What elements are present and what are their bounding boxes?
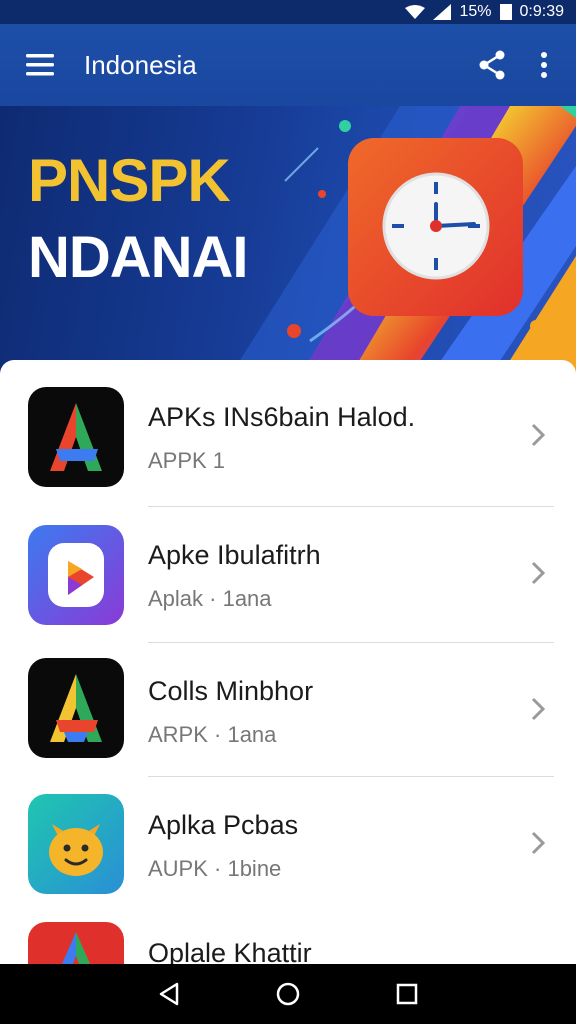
clock-time: 0:9:39 (519, 3, 564, 20)
app-icon (28, 922, 124, 964)
back-icon (160, 982, 179, 1006)
app-list: APKs INs6bain Halod. APPK 1 Apke Ibulafi… (0, 360, 576, 964)
chevron-right-icon (531, 697, 546, 721)
share-icon (479, 50, 505, 80)
app-name: Apke Ibulafitrh (148, 540, 321, 570)
chevron-right-icon (531, 561, 546, 585)
app-name: Aplka Pcbas (148, 810, 299, 840)
list-item[interactable]: Apke Ibulafitrh Aplak · 1ana (0, 508, 576, 642)
battery-icon (499, 4, 512, 20)
app-name: APKs INs6bain Halod. (148, 402, 416, 432)
recents-button[interactable] (387, 974, 427, 1014)
page-title: Indonesia (84, 49, 197, 80)
app-subtitle: APPK 1 (148, 448, 226, 473)
system-nav-bar (0, 964, 576, 1024)
banner-title-line2: NDANAI (28, 225, 249, 290)
list-item[interactable]: Colls Minbhor ARPK · 1ana (0, 644, 576, 778)
wifi-icon (405, 5, 426, 19)
hamburger-icon (26, 54, 54, 76)
app-name: Colls Minbhor (148, 676, 314, 706)
battery-percent: 15% (459, 3, 492, 20)
chevron-right-icon (531, 831, 546, 855)
app-icon (28, 658, 124, 758)
share-button[interactable] (466, 24, 518, 106)
list-item[interactable]: Aplka Pcbas AUPK · 1bine (0, 778, 576, 912)
chevron-right-icon (531, 423, 546, 447)
screen: 15% 0:9:39 Indonesia PNSPK NDANAI APKs I… (0, 0, 576, 1024)
app-bar: Indonesia (0, 24, 576, 106)
divider (148, 506, 554, 507)
home-icon (276, 982, 300, 1006)
overflow-menu-button[interactable] (518, 24, 570, 106)
app-icon (28, 387, 124, 487)
divider (148, 642, 554, 643)
home-button[interactable] (268, 974, 308, 1014)
list-item[interactable]: APKs INs6bain Halod. APPK 1 (0, 370, 576, 504)
clock-icon (382, 172, 490, 280)
app-subtitle: Aplak · 1ana (148, 586, 272, 611)
app-name: Oplale Khattir (148, 938, 312, 964)
banner-title-line1: PNSPK (28, 147, 231, 214)
app-subtitle: ARPK · 1ana (148, 722, 277, 747)
divider (148, 776, 554, 777)
list-item[interactable]: Oplale Khattir (0, 916, 576, 964)
signal-icon (433, 4, 452, 20)
app-subtitle: AUPK · 1bine (148, 856, 282, 881)
app-icon (28, 525, 124, 625)
menu-button[interactable] (0, 24, 80, 106)
hero-banner: PNSPK NDANAI (0, 106, 576, 376)
app-icon (28, 794, 124, 894)
more-vert-icon (541, 52, 547, 78)
status-bar: 15% 0:9:39 (0, 0, 576, 24)
recents-icon (396, 983, 417, 1005)
back-button[interactable] (149, 974, 189, 1014)
